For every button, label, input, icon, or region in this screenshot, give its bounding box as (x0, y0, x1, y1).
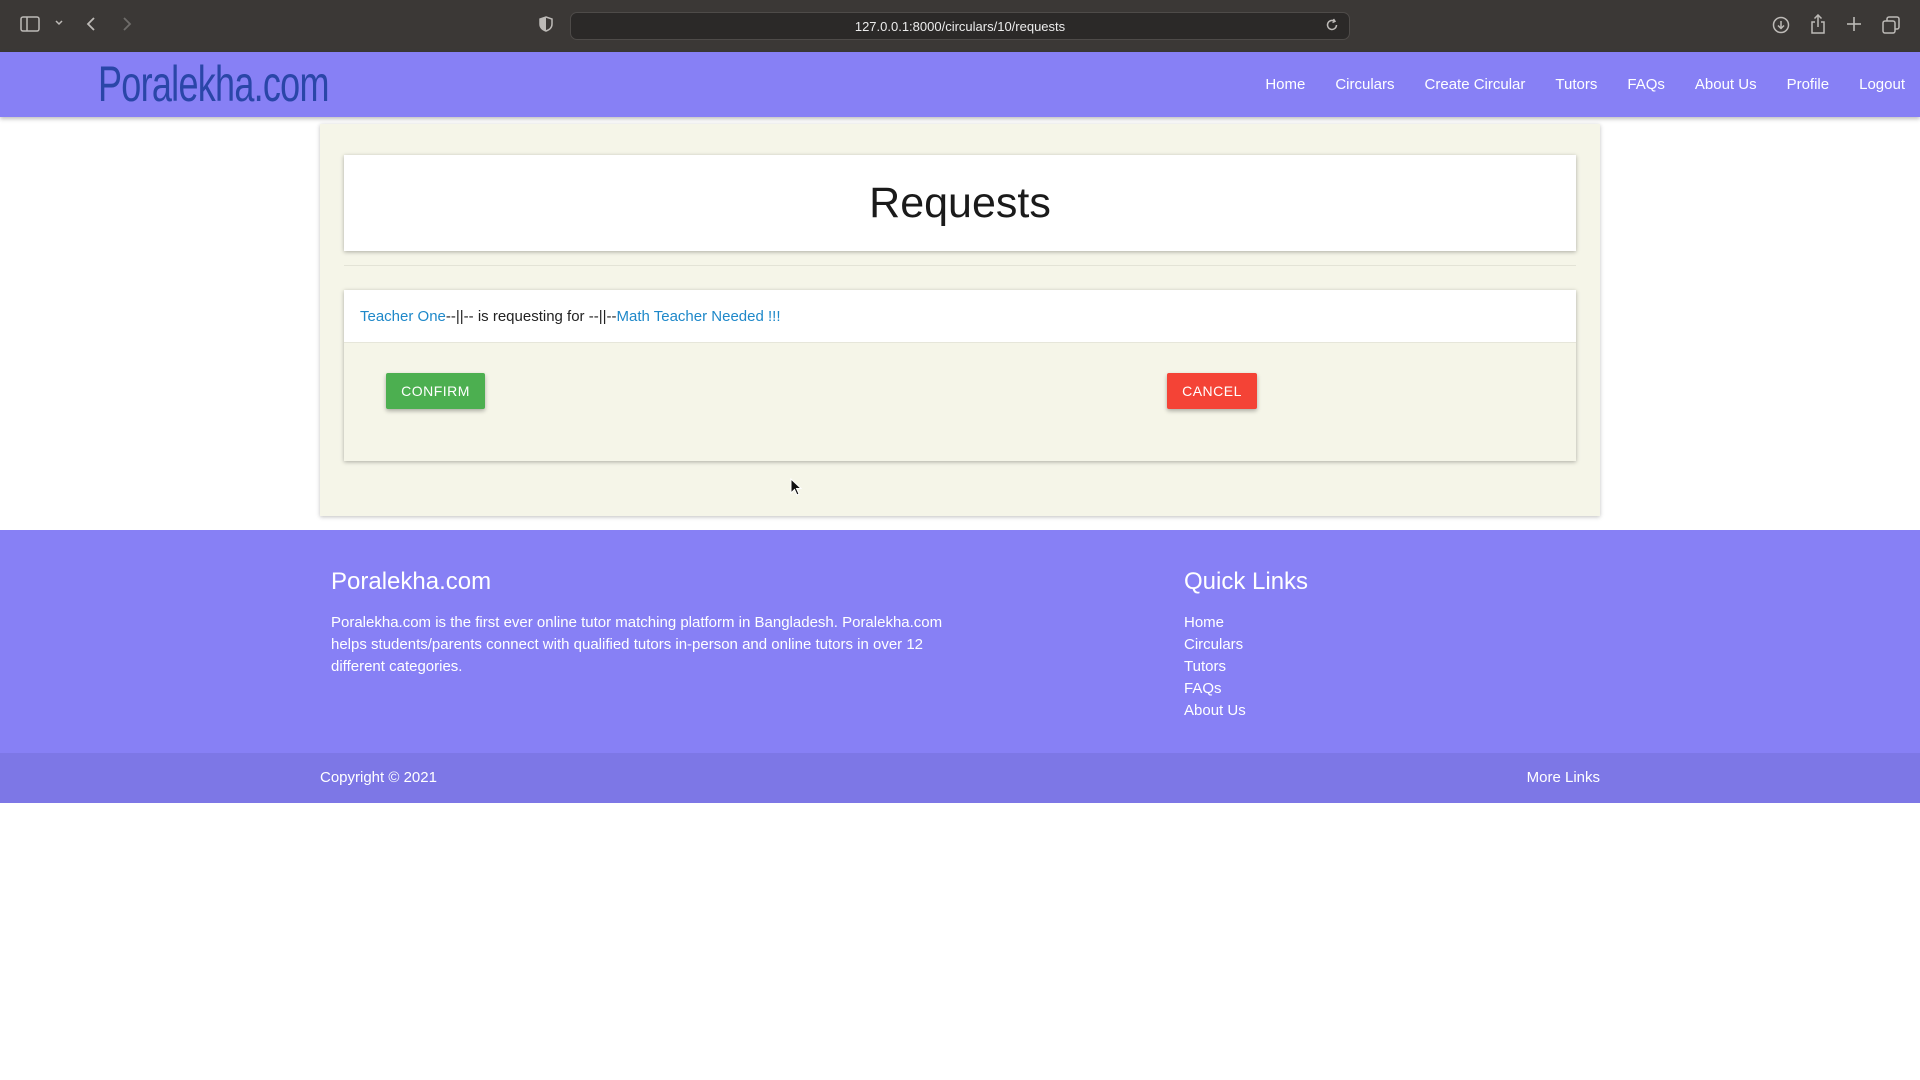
cancel-button[interactable]: CANCEL (1167, 373, 1257, 409)
sidebar-icon[interactable] (20, 16, 40, 32)
nav-create-circular[interactable]: Create Circular (1410, 52, 1541, 117)
site-footer: Poralekha.com Poralekha.com is the first… (0, 530, 1920, 753)
copyright-bar: Copyright © 2021 More Links (0, 753, 1920, 803)
footer-link-home[interactable]: Home (1184, 614, 1224, 631)
url-text: 127.0.0.1:8000/circulars/10/requests (854, 19, 1066, 34)
share-icon[interactable] (1810, 14, 1826, 34)
nav-faqs[interactable]: FAQs (1612, 52, 1680, 117)
circular-link[interactable]: Math Teacher Needed !!! (617, 308, 781, 325)
copyright-text: Copyright © 2021 (320, 769, 437, 786)
list-item: About Us (1184, 700, 1308, 722)
footer-link-circulars[interactable]: Circulars (1184, 636, 1243, 653)
nav-home[interactable]: Home (1250, 52, 1320, 117)
reload-icon[interactable] (1325, 18, 1339, 32)
requests-container: Requests Teacher One--||-- is requesting… (320, 124, 1600, 516)
footer-link-tutors[interactable]: Tutors (1184, 658, 1226, 675)
page-title: Requests (869, 179, 1051, 227)
list-item: Home (1184, 612, 1308, 634)
footer-description: Poralekha.com is the first ever online t… (331, 614, 943, 675)
site-logo[interactable]: Poralekha.com (98, 56, 329, 112)
request-text: --||-- is requesting for --||-- (445, 308, 617, 325)
back-icon[interactable] (84, 16, 98, 32)
site-navbar: Poralekha.com Home Circulars Create Circ… (0, 52, 1920, 117)
nav-profile[interactable]: Profile (1772, 52, 1845, 117)
browser-toolbar: 127.0.0.1:8000/circulars/10/requests (0, 0, 1920, 52)
footer-quick-links: Quick Links Home Circulars Tutors FAQs A… (1184, 568, 1308, 722)
address-bar[interactable]: 127.0.0.1:8000/circulars/10/requests (570, 12, 1350, 40)
mouse-cursor-icon (790, 477, 804, 503)
footer-brand: Poralekha.com (331, 568, 492, 595)
list-item: Circulars (1184, 634, 1308, 656)
shield-icon[interactable] (539, 16, 553, 32)
divider (344, 265, 1576, 266)
confirm-button[interactable]: CONFIRM (386, 373, 485, 409)
teacher-link[interactable]: Teacher One (360, 308, 446, 325)
title-card: Requests (344, 155, 1576, 251)
nav-circulars[interactable]: Circulars (1320, 52, 1409, 117)
request-description: Teacher One--||-- is requesting for --||… (344, 290, 1576, 343)
nav-tutors[interactable]: Tutors (1540, 52, 1612, 117)
footer-about: Poralekha.com Poralekha.com is the first… (331, 568, 951, 678)
list-item: FAQs (1184, 678, 1308, 700)
footer-link-about-us[interactable]: About Us (1184, 702, 1246, 719)
nav-links: Home Circulars Create Circular Tutors FA… (1250, 52, 1920, 117)
nav-logout[interactable]: Logout (1844, 52, 1920, 117)
chevron-down-icon[interactable] (54, 18, 64, 28)
nav-about-us[interactable]: About Us (1680, 52, 1772, 117)
footer-link-faqs[interactable]: FAQs (1184, 680, 1222, 697)
list-item: Tutors (1184, 656, 1308, 678)
forward-icon[interactable] (120, 16, 134, 32)
tabs-icon[interactable] (1882, 16, 1900, 34)
new-tab-icon[interactable] (1846, 16, 1862, 32)
quick-links-title: Quick Links (1184, 568, 1309, 595)
quick-links-list: Home Circulars Tutors FAQs About Us (1184, 612, 1308, 722)
more-links-link[interactable]: More Links (1527, 769, 1600, 786)
download-icon[interactable] (1772, 16, 1790, 34)
request-card: Teacher One--||-- is requesting for --||… (344, 290, 1576, 461)
